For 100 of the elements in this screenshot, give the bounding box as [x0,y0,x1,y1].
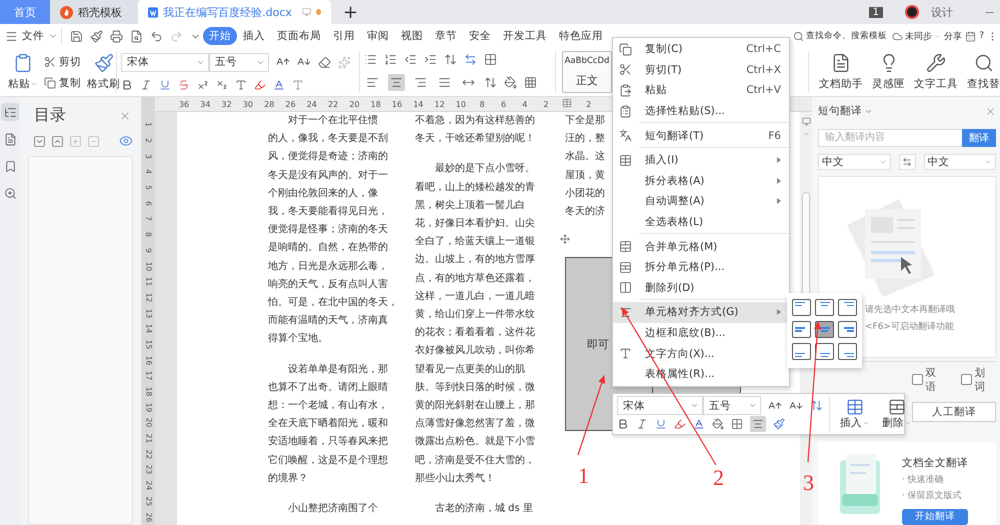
text-line: 个刚由伦敦回来的人，像 [268,186,379,201]
menu-item[interactable]: 剪切(T) Ctrl+X [613,60,789,80]
translate-button[interactable]: 翻译 [962,129,996,147]
font-select[interactable]: 宋体 [617,396,703,416]
translate-input[interactable]: 输入翻译内容 [818,129,962,147]
ribbon-tab[interactable]: 视图 [395,27,429,45]
font-size-select[interactable]: 五号 [703,396,761,416]
menu-item[interactable]: 自动调整(A) [613,191,789,212]
cut-button[interactable]: 剪切 [44,54,81,68]
text-line: 安适地睡着，只等春风来把 [268,434,389,450]
language-select[interactable]: 中文 [924,154,996,170]
menu-item[interactable]: 选择性粘贴(S)... [613,100,789,122]
new-tab-button[interactable]: + [331,0,370,24]
text-line: 点薄雪好像忽然害了羞，微 [415,416,536,432]
text-line: 的境界？ [268,472,309,486]
menu-item[interactable]: 拆分表格(A) [613,170,789,192]
text-line: 便觉得是怪事；济南的冬天 [268,222,389,238]
menu-item[interactable]: 复制(C) Ctrl+C [613,39,789,60]
help-button[interactable]: ? [979,31,984,41]
ruler-number: 34 [199,100,212,108]
text-line: 想：一个老城，有山有水， [268,398,389,414]
ribbon-tool-button[interactable]: 文字工具 [914,51,958,93]
text-line: 它们唤醒，这是不是个理想 [268,454,389,468]
file-menu[interactable]: 文件 [0,28,62,44]
ribbon-tool-button[interactable]: 文档助手 [819,51,863,93]
menu-item[interactable]: 合并单元格(M) [613,236,789,257]
menu-item[interactable]: 单元格对齐方式(G) [613,302,789,323]
ruler-number: 10 [454,100,467,108]
text-line: 望看见一点更美的山的肌 [415,362,526,377]
paste-button[interactable]: 粘贴 [8,51,38,93]
font-size-select[interactable]: 五号 [209,52,269,72]
promo-title: 文档全文翻译 [902,456,968,470]
text-line: 黑，树尖上顶着一髻儿白 [415,198,526,213]
text-line: 风，便觉得是奇迹；济南的 [268,150,389,164]
ruler-number: 22 [327,100,340,108]
ribbon-tab[interactable]: 开始 [203,27,237,45]
text-line: 得算个宝地。 [268,332,329,346]
hint-text: <F6>可启动翻译功能 [865,320,955,333]
ribbon-tab[interactable]: 审阅 [361,27,395,45]
share-button[interactable]: 分享 [944,30,962,42]
ribbon-tool-button[interactable]: 查找替 [967,51,1000,93]
ruler-number: 30 [242,100,254,108]
user-name[interactable]: 设计 [931,4,953,20]
text-line: 点，有的地方草色还露着， [415,272,536,286]
start-translation-button[interactable]: 开始翻译 [902,508,968,525]
promo-point: · 保留原文版式 [902,490,963,502]
option-label: 划词 [974,366,987,394]
shortcut-label: F6 [768,130,781,142]
menu-item[interactable]: 全选表格(L) [613,212,789,232]
text-line: 肤。等到快日落的时候，微 [415,380,536,395]
text-line: 花，好像日本看护妇。山尖 [415,216,536,232]
ruler-number: 8 [478,100,486,108]
ruler-number: 26 [284,100,297,108]
shortcut-label: Ctrl+C [746,43,781,56]
menu-item[interactable]: 插入(I) [613,150,789,171]
ribbon-tab[interactable]: 开发工具 [497,27,553,45]
document-tab[interactable]: 我正在编写百度经验.docx [138,0,331,24]
text-line: 冬天的济 [565,204,606,220]
document-tab[interactable]: 稻壳模板 [50,0,138,24]
menu-item[interactable]: 短句翻译(T) F6 [613,125,789,146]
promo-point: · 快速准确 [902,474,945,486]
font-select[interactable]: 宋体 [121,52,209,72]
ribbon-tab[interactable]: 插入 [237,27,271,45]
text-line: 边。山坡上，有的地方雪厚 [415,252,536,268]
ribbon-tab[interactable]: 引用 [327,27,361,45]
text-line: 而能有温晴的天气，济南真 [268,314,389,328]
text-line: 冬天，干啥还希望别的呢！ [415,132,536,146]
text-line: 屋顶，黄 [565,168,606,183]
shortcut-label: Ctrl+V [746,84,781,96]
text-line: 吧，济南是受不住大雪的， [415,454,536,468]
ribbon-tab[interactable]: 章节 [429,27,463,45]
format-painter-button[interactable]: 格式刷 [87,51,120,93]
sync-button[interactable]: 未同步 [892,30,942,42]
ribbon-tab[interactable]: 页面布局 [271,27,327,45]
panel-title[interactable]: 短句翻译 [818,104,873,118]
style-normal[interactable]: AaBbCcDd 正文 [562,51,612,93]
text-line: 古老的济南，城 ds 里 [434,502,534,516]
text-line: 黄的阳光斜射在山腰上，那 [415,398,536,414]
ruler-number: 16 [390,100,404,108]
insert-button[interactable]: 插入 [840,396,870,432]
ribbon-tab[interactable]: 特色应用 [553,27,609,45]
command-search[interactable]: 查找命令、搜索模板 [793,30,887,42]
copy-button[interactable]: 复制 [44,76,81,90]
ruler-number: 2 [542,100,550,108]
text-line: 地方，日光是永远那么毒， [268,260,389,274]
human-translation-button[interactable]: 人工翻译 [912,402,996,422]
ribbon-tool-button[interactable]: 灵感匣 [872,51,905,93]
annotation-number: 2 [713,465,724,490]
menu-item[interactable]: 粘贴 Ctrl+V [613,80,789,101]
text-line: 响亮的天气，反有点叫人害 [268,278,389,292]
ruler-number: 36 [178,100,190,108]
text-line: 黄，给山们穿上一件带水纹 [415,308,536,322]
text-line: 汪的，整 [565,132,606,146]
ribbon-tab[interactable]: 安全 [463,27,497,45]
delete-button[interactable]: 删除 [882,396,912,432]
ruler-number: 28 [263,100,276,108]
ruler-number: 12 [434,100,446,108]
text-line: 冬天是没有风声的。对于一 [268,168,389,183]
language-select[interactable]: 中文 [818,154,890,170]
text-line: 的人，像我，冬天要是不刮 [268,132,389,146]
